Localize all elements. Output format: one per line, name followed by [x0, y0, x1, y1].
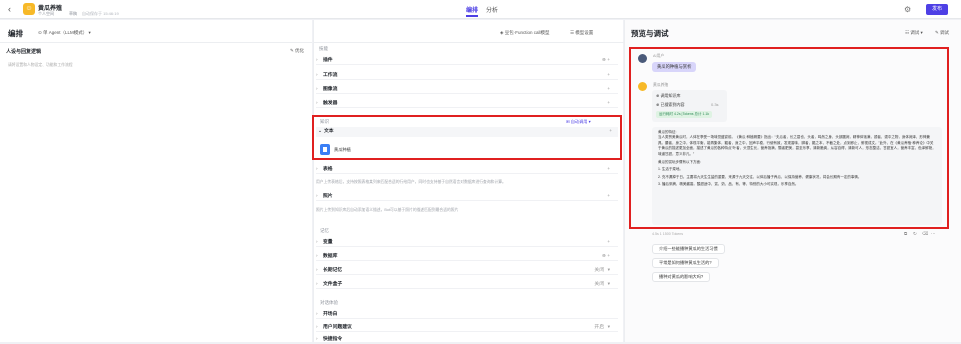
autosave-label: 自动保存于 15:46:19: [82, 11, 119, 16]
chevron-right-icon: ›: [316, 312, 318, 317]
highlight-knowledge: [312, 115, 622, 160]
mode-selector[interactable]: ⊙ 单 Agent（LLM模式） ▾: [38, 30, 91, 36]
gear-icon[interactable]: ⚙: [904, 5, 911, 14]
clear-button[interactable]: ✎ 调试: [935, 30, 949, 36]
suggestion-chip[interactable]: 平常是如何播种黄瓜生活的?: [652, 258, 719, 268]
debug-button[interactable]: ☷ 调试 ▾: [905, 30, 923, 36]
answer-paragraph-2: 黄瓜的赏玩步骤有以下方面:: [658, 160, 701, 165]
plus-icon[interactable]: +: [607, 99, 610, 108]
left-panel: 编排 ⊙ 单 Agent（LLM模式） ▾ 人设与回复逻辑 ✎ 优化 请将设置和…: [0, 20, 312, 342]
section-plugins[interactable]: › 插件 ⊕ +: [316, 56, 618, 65]
bot-name-chat: 黄瓜养殖: [653, 83, 669, 87]
call-line-2: ⊕ 已搜索到内容: [656, 102, 685, 107]
divider: [0, 42, 312, 43]
chevron-right-icon: ›: [316, 87, 318, 92]
tab-arrange[interactable]: 编排: [466, 5, 479, 17]
chevron-down-icon: ▾: [607, 282, 610, 287]
plus-icon[interactable]: ⊕ +: [602, 252, 610, 261]
call-line-1: ⊕ 调用知识库: [656, 93, 681, 98]
copy-icon[interactable]: ⧉: [904, 231, 907, 236]
section-file-box[interactable]: › 文件盒子 关闭 ▾: [316, 280, 618, 289]
section-table[interactable]: › 表格 +: [316, 165, 618, 174]
space-label: 个人空间: [38, 11, 54, 16]
section-database[interactable]: › 数据库 ⊕ +: [316, 252, 618, 261]
suggestion-chip[interactable]: 播种对黄瓜的影响大吗?: [652, 272, 711, 282]
refresh-icon[interactable]: ↻: [913, 231, 917, 237]
answer-item: 3. 播后采摘，精美酱香。酸甜适中，赏，奶，品，有，等，特别的大小可实现，乐享自…: [658, 182, 799, 187]
back-arrow-icon[interactable]: ‹: [8, 5, 16, 14]
suggestion-chip[interactable]: 介绍一些能播种黄瓜的生活习惯: [652, 244, 725, 254]
persona-input[interactable]: 请将设置和人物设定、功能和工作流程: [8, 63, 73, 68]
tokens-badge: 运行耗时 4.2s |Tokens 总计 1.1k: [656, 111, 713, 118]
call-time: 0.3s: [711, 102, 719, 107]
preview-title: 预览与调试: [631, 29, 669, 38]
tab-analysis[interactable]: 分析: [486, 5, 498, 14]
skills-group: 技能: [319, 46, 328, 51]
section-suggestions[interactable]: › 用户问题建议 开启 ▾: [316, 323, 618, 332]
section-opening[interactable]: › 开场白: [316, 310, 618, 319]
more-icon[interactable]: ⋯: [931, 231, 936, 237]
section-imageflow[interactable]: › 图像流 +: [316, 85, 618, 94]
chevron-right-icon: ›: [316, 268, 318, 273]
bot-avatar: ☺: [23, 3, 35, 15]
chevron-down-icon: ▾: [607, 325, 610, 330]
bot-answer: 黄瓜的特征: 当人类赞美黄瓜时，人体在享受一场味觉盛宴前。《黄瓜·种植精要》指出…: [652, 127, 942, 225]
bot-avatar-chat: [638, 82, 647, 91]
section-workflow[interactable]: › 工作流 +: [316, 71, 618, 80]
answer-item: 2. 充不漏掉于日。主要将九天生生盐的重要，来源于九天交往，以体后播子养瓜，以保…: [658, 174, 862, 179]
chevron-right-icon: ›: [316, 254, 318, 259]
delete-icon[interactable]: ⌫: [922, 231, 928, 237]
section-shortcuts[interactable]: › 快捷指令: [316, 335, 618, 344]
chevron-right-icon: ›: [316, 325, 318, 330]
chevron-right-icon: ›: [316, 73, 318, 78]
chevron-right-icon: ›: [316, 240, 318, 245]
plus-icon[interactable]: +: [607, 192, 610, 201]
answer-paragraph-1: 当人类赞美黄瓜时，人体在享受一场味觉盛宴前。《黄瓜·种植精要》指出：“夫瓜者，长…: [658, 135, 936, 156]
chevron-down-icon: ▾: [607, 268, 610, 273]
section-trigger[interactable]: › 触发器 +: [316, 99, 618, 108]
optimize-button[interactable]: ✎ 优化: [290, 48, 304, 54]
chevron-right-icon: ›: [316, 282, 318, 287]
draft-label: 草稿: [69, 11, 77, 16]
publish-button[interactable]: 发布: [926, 4, 948, 15]
chevron-right-icon: ›: [316, 58, 318, 63]
divider: [314, 42, 624, 43]
chevron-right-icon: ›: [316, 167, 318, 172]
chevron-right-icon: ›: [316, 101, 318, 106]
plus-icon[interactable]: +: [607, 238, 610, 247]
model-selector[interactable]: ◈ 豆包·Function call模型: [500, 30, 549, 36]
user-avatar: [638, 54, 647, 63]
memory-group: 记忆: [320, 228, 329, 233]
top-bar: ‹ ☺ 黄瓜养殖 个人空间 草稿 自动保存于 15:46:19 编排 分析 ⚙ …: [0, 0, 961, 19]
plus-icon[interactable]: +: [607, 85, 610, 94]
user-message: 黄瓜的种植与赏析: [652, 62, 697, 72]
section-photo[interactable]: › 照片 +: [316, 192, 618, 201]
plus-icon[interactable]: ⊕ +: [602, 56, 610, 65]
plus-icon[interactable]: +: [607, 71, 610, 80]
section-variables[interactable]: › 变量 +: [316, 238, 618, 247]
user-name: AI用户: [653, 54, 665, 58]
answer-item: 1. 生活于菜地。: [658, 167, 683, 172]
chevron-right-icon: ›: [316, 194, 318, 199]
dialog-group: 对话体验: [320, 300, 338, 305]
token-info: 4.5s 1 1500 Tokens: [652, 232, 684, 236]
model-settings[interactable]: ☰ 模型设置: [570, 30, 593, 36]
chevron-right-icon: ›: [316, 337, 318, 342]
plus-icon[interactable]: +: [607, 165, 610, 174]
left-title: 编排: [8, 29, 23, 38]
table-hint: 用户上传表格后，支持按照表格某列来匹配合适的行给用户，同时也支持基于自然语言对数…: [316, 180, 506, 184]
section-longterm-memory[interactable]: › 长期记忆 关闭 ▾: [316, 266, 618, 275]
photo-hint: 照片上传到知识库后自动添加语义描述，Bot可以基于照片的描述匹配到最合适的照片: [316, 208, 459, 212]
persona-title: 人设与回复逻辑: [6, 49, 42, 55]
